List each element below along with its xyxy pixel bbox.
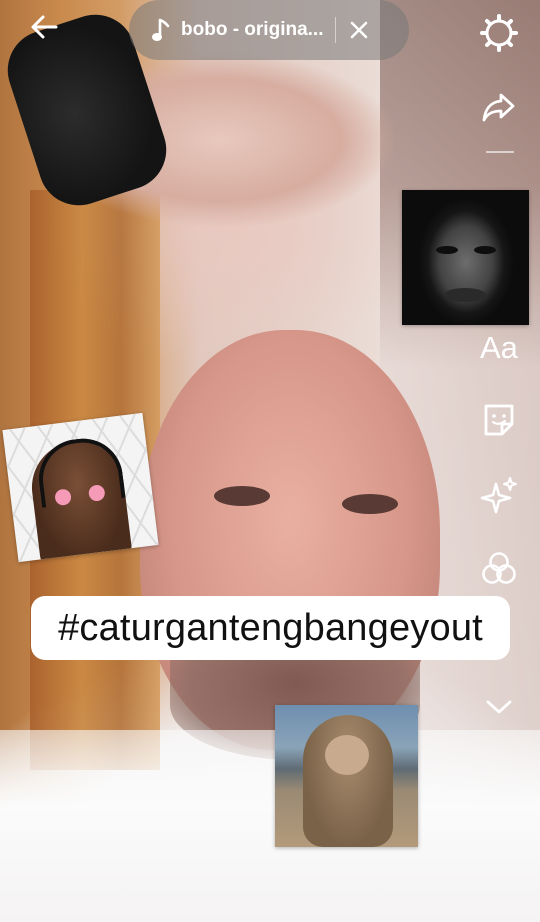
monkey-sticker[interactable] [275, 705, 418, 847]
right-eye [342, 494, 398, 514]
back-arrow-icon[interactable] [28, 10, 62, 44]
white-shirt [0, 730, 540, 922]
boy-with-headset-sticker[interactable] [2, 412, 159, 563]
camera-preview: bobo - origina... Aa #caturgantengbangey… [0, 0, 540, 922]
rail-separator [486, 151, 514, 153]
pill-divider [335, 17, 337, 43]
music-title: bobo - origina... [181, 19, 324, 40]
text-tool[interactable]: Aa [480, 328, 518, 368]
hashtag-text: #caturgantengbangeyout [58, 606, 483, 649]
left-eye [214, 486, 270, 506]
share-icon[interactable] [478, 86, 520, 128]
crying-woman-sticker[interactable] [402, 190, 529, 325]
music-pill[interactable]: bobo - origina... [129, 0, 409, 60]
filters-icon[interactable] [478, 548, 520, 590]
chevron-down-icon[interactable] [478, 686, 520, 728]
close-icon[interactable] [348, 19, 370, 41]
headset [34, 434, 126, 508]
music-note-icon [152, 18, 170, 41]
sticker-woman-eye [474, 246, 496, 254]
hashtag-text-sticker[interactable]: #caturgantengbangeyout [31, 596, 510, 660]
sticker-monkey-face [325, 735, 369, 775]
sticker-woman-lips [444, 288, 486, 302]
sticker-woman-eye [436, 246, 458, 254]
settings-gear-icon[interactable] [478, 12, 520, 54]
sticker-icon[interactable] [478, 400, 520, 442]
effects-sparkle-icon[interactable] [478, 474, 520, 516]
